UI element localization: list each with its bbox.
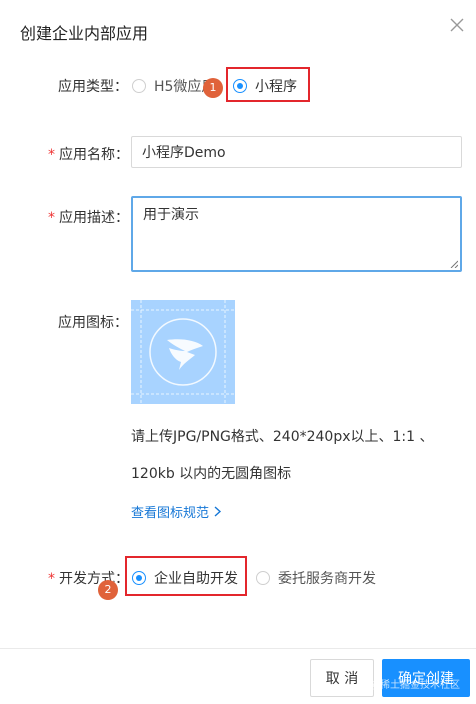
- watermark-text: @稀土掘金技术社区: [370, 680, 460, 691]
- step-badge-2: 2: [98, 580, 118, 600]
- radio-isv-develop-label: 委托服务商开发: [278, 571, 376, 587]
- radio-circle: [132, 79, 146, 93]
- app-icon-upload[interactable]: [131, 300, 235, 404]
- radio-circle-selected: [233, 79, 247, 93]
- radio-isv-develop[interactable]: 委托服务商开发: [256, 568, 376, 588]
- radio-mini-program[interactable]: 小程序: [233, 76, 297, 96]
- close-icon[interactable]: [446, 14, 468, 36]
- step-badge-1: 1: [203, 78, 223, 98]
- dialog-title: 创建企业内部应用: [20, 24, 149, 43]
- app-desc-value: 用于演示: [143, 207, 199, 223]
- app-icon-label: 应用图标：: [58, 315, 128, 331]
- radio-circle-selected: [132, 571, 146, 585]
- cancel-button[interactable]: 取 消: [310, 659, 374, 697]
- radio-self-develop-label: 企业自助开发: [154, 571, 238, 587]
- app-type-label: 应用类型：: [58, 79, 128, 95]
- radio-mini-program-label: 小程序: [255, 79, 297, 95]
- chevron-right-icon: [213, 506, 222, 521]
- resize-handle-icon[interactable]: [450, 260, 458, 268]
- icon-hint-line2: 120kb 以内的无圆角图标: [131, 466, 292, 482]
- app-name-label: * 应用名称：: [48, 147, 129, 163]
- create-app-dialog: 创建企业内部应用 应用类型： H5微应用 小程序 1 *应用名称： *应用描述：…: [0, 0, 476, 704]
- app-desc-textarea[interactable]: 用于演示: [131, 196, 462, 272]
- dingtalk-logo-icon: [131, 300, 235, 404]
- radio-circle: [256, 571, 270, 585]
- app-name-input[interactable]: [131, 136, 462, 168]
- icon-hint-line1: 请上传JPG/PNG格式、240*240px以上、1:1 、: [131, 429, 434, 445]
- icon-spec-link[interactable]: 查看图标规范: [131, 502, 222, 521]
- app-desc-label: * 应用描述：: [48, 210, 129, 226]
- radio-self-develop[interactable]: 企业自助开发: [132, 568, 238, 588]
- footer-divider: [0, 648, 476, 649]
